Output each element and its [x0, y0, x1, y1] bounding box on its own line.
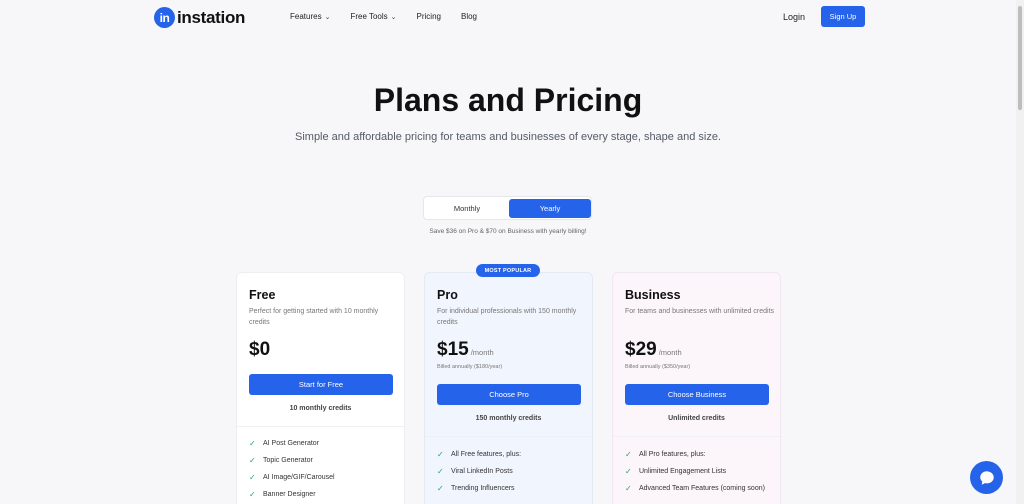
plan-credits: 10 monthly credits: [289, 405, 352, 412]
feature-item: ✓ Advanced Team Features (coming soon): [625, 484, 765, 493]
choose-pro-button[interactable]: Choose Pro: [437, 384, 581, 405]
nav-item-label: Features: [290, 12, 322, 21]
plan-price: $0: [249, 339, 270, 361]
plan-credits: Unlimited credits: [668, 415, 725, 422]
price-value: $0: [249, 339, 271, 360]
main-menu: Features ⌄ Free Tools ⌄ Pricing Blog: [290, 12, 497, 21]
start-free-button[interactable]: Start for Free: [249, 374, 393, 395]
feature-item: ✓ Banner Designer: [249, 490, 316, 499]
logo-text: instation: [177, 7, 246, 27]
feature-item: ✓ All Pro features, plus:: [625, 450, 706, 459]
price-value: $29: [625, 339, 657, 360]
plan-card-pro: Pro For individual professionals with 15…: [424, 272, 593, 504]
logo[interactable]: in instation: [154, 7, 245, 28]
nav-item-label: Blog: [460, 12, 477, 21]
check-icon: ✓: [249, 473, 256, 482]
most-popular-badge: MOST POPULAR: [476, 264, 540, 277]
toggle-yearly[interactable]: Yearly: [509, 199, 591, 218]
nav-item-label: Free Tools: [350, 12, 388, 21]
plan-card-business: Business For teams and businesses with u…: [612, 272, 781, 504]
chevron-down-icon: ⌄: [324, 13, 331, 21]
toggle-monthly[interactable]: Monthly: [426, 199, 508, 218]
billed-annually-note: Billed annually ($180/year): [437, 364, 503, 370]
plan-name: Pro: [437, 288, 458, 302]
divider: [425, 436, 592, 437]
top-nav: in instation Features ⌄ Free Tools ⌄ Pri…: [0, 0, 1016, 34]
logo-mark: in: [154, 7, 175, 28]
feature-item: ✓ AI Image/GIF/Carousel: [249, 473, 335, 482]
chat-bubble-icon: [979, 470, 994, 485]
plan-price: $15 /month: [437, 339, 494, 361]
check-icon: ✓: [437, 450, 444, 459]
feature-list: ✓ All Free features, plus: ✓ Viral LinkedI…: [437, 450, 587, 501]
scrollbar-thumb[interactable]: [1018, 6, 1022, 110]
divider: [237, 426, 404, 427]
divider: [613, 436, 780, 437]
nav-item-free-tools[interactable]: Free Tools ⌄: [350, 12, 396, 21]
feature-item: ✓ Viral LinkedIn Posts: [437, 467, 513, 476]
check-icon: ✓: [625, 467, 632, 476]
feature-item: ✓ Topic Generator: [249, 456, 313, 465]
price-value: $15: [437, 339, 469, 360]
feature-item: ✓ All Free features, plus:: [437, 450, 522, 459]
nav-item-blog[interactable]: Blog: [461, 12, 477, 21]
plan-description: Perfect for getting started with 10 mont…: [249, 308, 379, 326]
check-icon: ✓: [625, 450, 632, 459]
price-period: /month: [658, 348, 682, 357]
check-icon: ✓: [249, 490, 256, 499]
plan-card-free: Free Perfect for getting started with 10…: [236, 272, 405, 504]
choose-business-button[interactable]: Choose Business: [625, 384, 769, 405]
plan-description: For individual professionals with 150 mo…: [437, 308, 577, 326]
login-link[interactable]: Login: [783, 12, 805, 22]
yearly-savings-note: Save $36 on Pro & $70 on Business with y…: [429, 228, 587, 235]
feature-item: ✓ Unlimited Engagement Lists: [625, 467, 727, 476]
feature-item: ✓ AI Post Generator: [249, 439, 320, 448]
check-icon: ✓: [625, 484, 632, 493]
nav-item-features[interactable]: Features ⌄: [290, 12, 330, 21]
page-title: Plans and Pricing: [373, 82, 643, 118]
billed-annually-note: Billed annually ($350/year): [625, 364, 691, 370]
nav-item-label: Pricing: [416, 12, 441, 21]
check-icon: ✓: [437, 484, 444, 493]
check-icon: ✓: [249, 456, 256, 465]
feature-item: ✓ Trending Influencers: [437, 484, 515, 493]
billing-toggle: Monthly Yearly: [423, 196, 592, 220]
page-subtitle: Simple and affordable pricing for teams …: [295, 131, 721, 143]
chat-widget-button[interactable]: [970, 461, 1003, 494]
price-period: /month: [470, 348, 494, 357]
plan-description: For teams and businesses with unlimited …: [625, 308, 775, 315]
plan-price: $29 /month: [625, 339, 682, 361]
nav-item-pricing[interactable]: Pricing: [417, 12, 441, 21]
plan-name: Business: [625, 288, 681, 302]
plan-credits: 150 monthly credits: [475, 415, 542, 422]
feature-list: ✓ AI Post Generator ✓ Topic Generator ✓ AI …: [249, 439, 399, 504]
signup-button[interactable]: Sign Up: [821, 6, 865, 27]
check-icon: ✓: [249, 439, 256, 448]
feature-list: ✓ All Pro features, plus: ✓ Unlimited Enga…: [625, 450, 775, 501]
plan-name: Free: [249, 288, 276, 302]
check-icon: ✓: [437, 467, 444, 476]
chevron-down-icon: ⌄: [390, 13, 397, 21]
